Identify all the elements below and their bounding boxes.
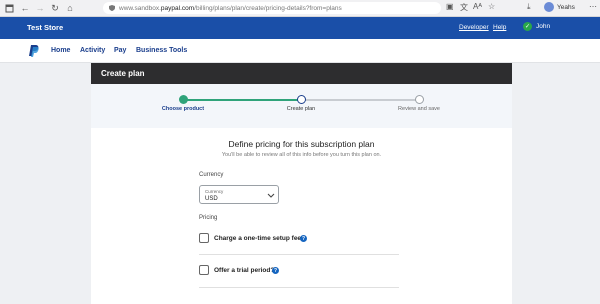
reload-icon[interactable]: ↻ — [48, 1, 62, 15]
reader-icon[interactable]: Aᴬ — [473, 2, 482, 11]
url-host: paypal.com — [160, 4, 195, 12]
setup-fee-label[interactable]: Charge a one-time setup fee? — [214, 235, 305, 242]
step-label-choose-product: Choose product — [161, 106, 205, 112]
user-name: John — [536, 23, 551, 30]
stepper-track-complete — [183, 99, 301, 101]
progress-stepper: Choose product Create plan Review and sa… — [91, 84, 512, 128]
currency-select[interactable]: Currency USD — [199, 185, 279, 204]
profile-name: Yeahs — [557, 3, 575, 11]
address-bar[interactable]: www.sandbox. paypal.com/billing/plans/pla… — [103, 2, 441, 14]
home-icon[interactable]: ⌂ — [63, 1, 77, 15]
stepper-track-pending — [301, 99, 419, 101]
download-icon[interactable]: ⤓ — [527, 2, 531, 12]
shield-icon — [109, 5, 115, 11]
step-label-create-plan: Create plan — [286, 106, 316, 112]
back-icon[interactable]: ← — [18, 1, 32, 15]
url-prefix: www.sandbox. — [119, 4, 161, 12]
bookmark-star-icon[interactable]: ☆ — [488, 2, 495, 11]
divider — [199, 254, 399, 255]
browser-toolbar: ← → ↻ ⌂ www.sandbox. paypal.com/billing/p… — [0, 0, 600, 17]
nav-activity[interactable]: Activity — [80, 47, 105, 54]
main-nav: Home Activity Pay Business Tools — [0, 39, 600, 63]
trial-period-checkbox[interactable] — [199, 265, 209, 275]
translate-icon[interactable]: 文 — [460, 2, 468, 13]
verified-check-icon: ✓ — [523, 22, 532, 31]
trial-period-label[interactable]: Offer a trial period? — [214, 267, 274, 274]
create-plan-card: Create plan Choose product Create plan R… — [91, 63, 512, 304]
step-dot-pending — [415, 95, 424, 104]
store-name: Test Store — [27, 23, 64, 32]
chevron-down-icon — [267, 193, 275, 198]
profile-button[interactable]: Yeahs — [544, 2, 575, 12]
setup-fee-checkbox[interactable] — [199, 233, 209, 243]
trial-period-help-icon[interactable]: ? — [272, 267, 279, 274]
setup-fee-help-icon[interactable]: ? — [300, 235, 307, 242]
screenshot-icon[interactable]: ▣ — [446, 2, 454, 11]
nav-home[interactable]: Home — [51, 47, 70, 54]
avatar — [544, 2, 554, 12]
forward-icon[interactable]: → — [33, 1, 47, 15]
pricing-subheading: You'll be able to review all of this inf… — [221, 152, 382, 158]
developer-link[interactable]: Developer — [459, 24, 489, 31]
help-link[interactable]: Help — [493, 24, 506, 31]
tabs-icon[interactable] — [2, 1, 16, 15]
currency-value: USD — [205, 196, 218, 202]
card-header: Create plan — [91, 63, 512, 84]
pricing-section-label: Pricing — [199, 215, 218, 221]
currency-section-label: Currency — [199, 172, 224, 178]
step-dot-complete — [179, 95, 188, 104]
sandbox-header: Test Store Developer Help ✓ John — [0, 17, 600, 39]
pricing-heading: Define pricing for this subscription pla… — [228, 139, 375, 149]
url-path: /billing/plans/plan/create/pricing-detai… — [194, 4, 342, 12]
paypal-logo-icon[interactable] — [29, 45, 39, 57]
nav-pay[interactable]: Pay — [114, 47, 126, 54]
user-menu[interactable]: ✓ John — [523, 22, 550, 31]
step-dot-current — [297, 95, 306, 104]
step-label-review-and-save: Review and save — [398, 106, 440, 112]
currency-field-caption: Currency — [205, 189, 224, 194]
divider — [199, 287, 399, 288]
menu-icon[interactable]: ⋯ — [589, 2, 597, 11]
page-title: Create plan — [101, 69, 145, 78]
nav-business-tools[interactable]: Business Tools — [136, 47, 187, 54]
page-scrollbar[interactable] — [593, 63, 598, 304]
